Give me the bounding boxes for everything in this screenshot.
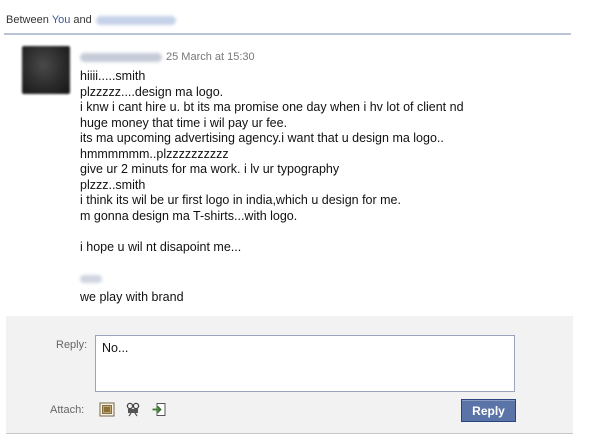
thread-participants: Between You and [6,14,176,26]
reply-button[interactable]: Reply [461,399,516,422]
message-meta: 25 March at 15:30 [80,51,255,63]
header-divider [4,33,571,35]
and-label: and [73,14,92,26]
share-link-icon[interactable] [151,402,167,417]
message-line: huge money that time i wil pay ur fee. [80,115,288,130]
you-link[interactable]: You [52,14,71,26]
reply-textarea[interactable] [95,335,515,392]
message-line: plzzz..smith [80,177,146,192]
redacted-signature-name [80,274,102,283]
redacted-sender-name[interactable] [80,52,162,62]
message-line: i knw i cant hire u. bt its ma promise o… [80,100,464,114]
message-signoff: we play with brand [80,290,184,304]
between-prefix: Between [6,14,49,26]
footer-divider [6,433,573,434]
message-line: give ur 2 minuts for ma work. i lv ur ty… [80,162,340,176]
message-thread-page: Between You and 25 March at 15:30 hiiii.… [0,0,610,443]
message-line: hiiii.....smith [80,69,146,83]
message-line: plzzzzz....design ma logo. [80,84,224,99]
message-line: its ma upcoming advertising agency.i wan… [80,131,444,145]
attach-label: Attach: [50,404,85,416]
message-line: i think its wil be ur first logo in indi… [80,193,401,207]
reply-label: Reply: [56,339,88,351]
sender-avatar[interactable] [22,46,70,94]
video-icon[interactable] [125,402,141,417]
message-timestamp: 25 March at 15:30 [166,51,255,63]
photo-icon[interactable] [99,402,115,417]
redacted-recipient-name [95,15,176,25]
message-line: hmmmmmm..plzzzzzzzzzz [80,146,229,161]
message-body: hiiii.....smith plzzzzz....design ma log… [80,69,580,306]
message-line: m gonna design ma T-shirts...with logo. [80,208,298,223]
message-line: i hope u wil nt disapoint me... [80,239,242,254]
